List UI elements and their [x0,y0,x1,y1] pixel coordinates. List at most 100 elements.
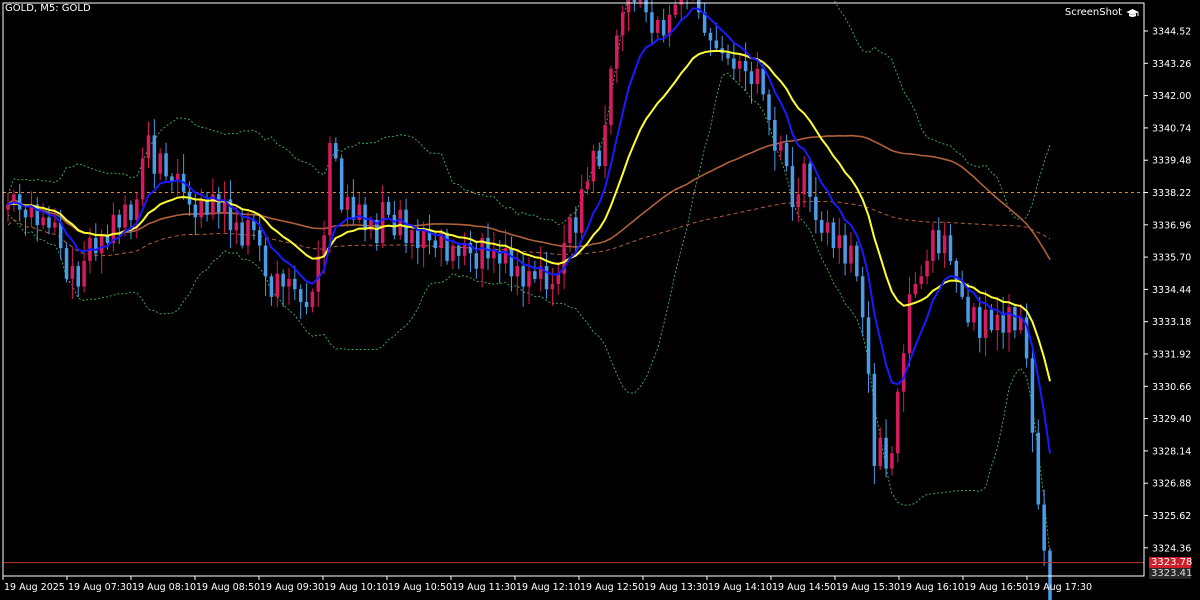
price-label: 3340.74 [1152,123,1191,134]
candle [339,154,344,213]
price-label: 3342.00 [1152,91,1191,102]
candle [737,54,742,83]
candle-body [615,35,619,69]
candle [626,0,631,32]
candle-body [23,209,28,218]
candle-body [942,235,947,254]
candle-body [919,276,923,285]
candle-body [661,19,666,36]
price-axis[interactable]: 3344.52 3343.26 3342.00 3340.74 3339.48 3338.… [1144,27,1191,555]
time-label: 19 Aug 12:50 [580,582,644,593]
candle-body [492,250,496,259]
candle [140,147,145,207]
candle-body [281,273,285,287]
time-label: 19 Aug 14:10 [708,582,772,593]
candle [948,223,953,266]
candle-body [82,260,86,287]
candle-body [650,12,654,33]
candle [878,427,882,471]
candle-body [339,158,344,210]
candle-body [503,248,508,264]
candle [977,296,982,353]
candle [298,284,303,319]
candle-body [925,260,929,277]
candle-body [796,194,801,208]
price-label: 3339.48 [1152,156,1191,167]
candle-body [737,60,742,69]
candle-body [773,119,777,151]
candle [492,231,496,274]
candle-body [855,245,859,277]
ma-mid-series [7,49,1051,382]
candle-body [656,19,660,33]
ma-fast-series [7,7,1051,454]
candle [784,134,789,172]
candle-body [591,150,596,182]
candle [304,283,309,315]
time-label: 19 Aug 15:30 [836,582,900,593]
candle-body [140,158,145,200]
candle-body [995,314,1000,331]
candle-body [521,266,525,287]
candle-body [123,204,127,228]
candle [825,209,830,246]
candle [556,262,561,295]
candle-body [199,199,203,218]
candle-body [568,217,572,244]
candle [386,196,391,218]
candle [773,106,777,171]
time-axis[interactable]: 19 Aug 2025 19 Aug 07:30 19 Aug 08:10 19 Au… [2,576,1092,593]
price-label: 3338.22 [1152,188,1191,199]
price-label: 3331.92 [1152,350,1191,361]
candle [515,249,520,296]
candle [486,223,490,270]
candle-body [1036,432,1041,505]
chart-frame [2,2,1145,577]
candle-body [456,245,461,256]
candle [287,268,291,305]
time-label: 19 Aug 08:50 [196,582,260,593]
candle-body [246,219,250,246]
candle-body [76,266,81,287]
candle [17,183,22,222]
plot-border [2,2,1145,577]
time-label: 19 Aug 12:10 [516,582,580,593]
price-label: 3326.88 [1152,479,1191,490]
candle [468,230,473,273]
candle-body [644,0,648,13]
candle-body [257,230,262,246]
chart-window[interactable]: 3344.52 3343.26 3342.00 3340.74 3339.48 3338.… [0,0,1200,600]
candle-body [240,222,244,246]
candle-body [351,196,356,220]
candle-body [860,276,865,318]
candle-body [53,222,57,228]
candle [334,137,338,162]
candle [164,142,168,181]
price-chart[interactable]: 3344.52 3343.26 3342.00 3340.74 3339.48 3338.… [0,0,1200,600]
candle [819,211,824,242]
candle [23,205,28,236]
candle-body [726,53,730,59]
candle-body [310,291,315,308]
time-label: 19 Aug 17:30 [1028,582,1092,593]
candle [281,269,285,307]
candle-body [416,230,420,249]
time-label: 19 Aug 08:10 [132,582,196,593]
candle [831,217,836,258]
candle-body [609,68,613,126]
candle-body [304,301,309,308]
band-upper-line [7,0,1051,226]
candle-body [743,60,748,72]
time-label: 19 Aug 10:10 [324,582,388,593]
candle-body [732,58,736,69]
candle [855,241,859,282]
price-label: 3335.70 [1152,253,1191,264]
candle [99,229,104,274]
screenshot-button[interactable]: ScreenShot [1065,7,1139,18]
candle-body [749,71,754,85]
bid-price-tag: 3323.78 [1149,556,1193,568]
candle-body [831,222,836,249]
candle [1030,350,1035,453]
price-label: 3336.96 [1152,220,1191,231]
candle-body [380,201,385,244]
